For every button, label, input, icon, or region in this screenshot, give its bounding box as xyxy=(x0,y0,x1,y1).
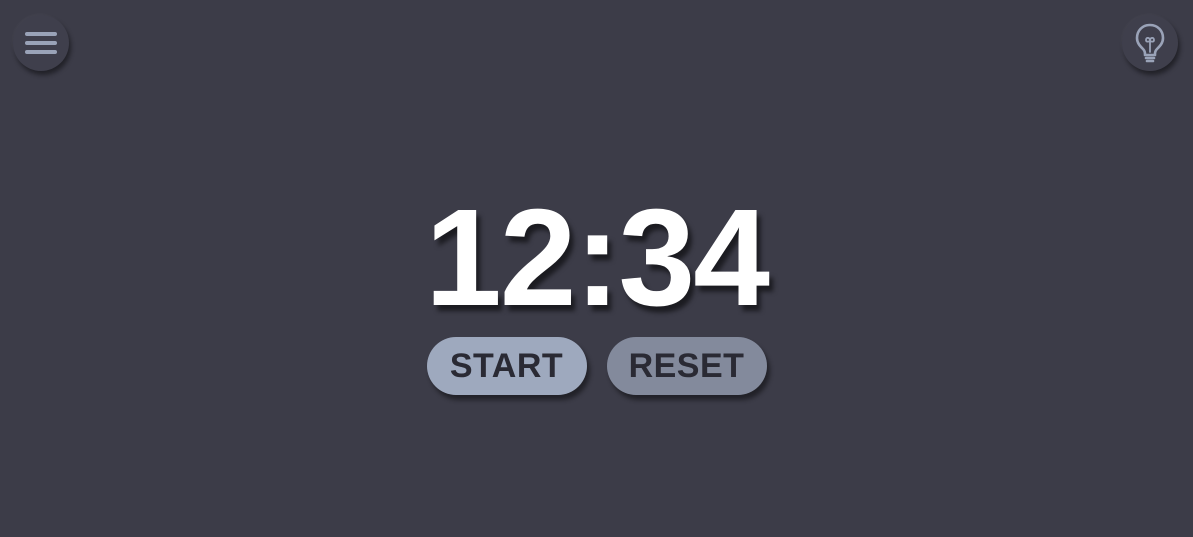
timer-app: 12:34 START RESET xyxy=(0,0,1193,537)
lightbulb-button[interactable] xyxy=(1122,15,1178,71)
menu-button[interactable] xyxy=(13,15,69,71)
timer-display: 12:34 xyxy=(425,181,770,335)
timer-controls: START RESET xyxy=(0,337,1193,395)
reset-button[interactable]: RESET xyxy=(606,337,767,395)
lightbulb-icon xyxy=(1134,22,1166,64)
hamburger-menu-icon xyxy=(24,30,58,56)
start-button[interactable]: START xyxy=(426,337,587,395)
